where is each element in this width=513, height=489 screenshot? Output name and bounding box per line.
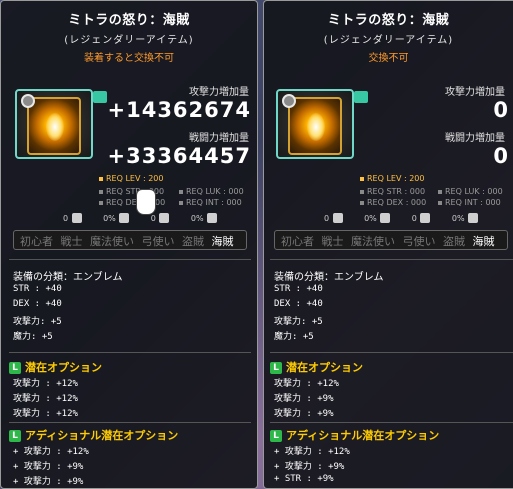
battle-power-value: +33364457 — [107, 144, 251, 168]
divider — [9, 422, 251, 423]
stat-str: STR : +40 — [274, 284, 323, 294]
potential-line-1: 攻撃力 : +12% — [274, 379, 339, 389]
divider — [270, 352, 513, 353]
attack-increase-value: +14362674 — [107, 98, 251, 122]
job-magician: 魔法使い — [90, 235, 134, 248]
trade-status: 装着すると交換不可 — [84, 53, 174, 64]
job-beginner: 初心者 — [20, 235, 53, 248]
job-beginner: 初心者 — [281, 235, 314, 248]
slot-icon — [119, 213, 130, 223]
potential-line-3: 攻撃力 : +12% — [13, 409, 78, 419]
item-title: ミトラの怒り：海賊 — [327, 13, 450, 28]
potential-header: L 潜在オプション — [270, 359, 363, 375]
additional-line-1: + 攻撃力 : +12% — [274, 447, 350, 457]
stat-attack: 攻撃力: +5 — [13, 317, 62, 327]
additional-potential-header: L アディショナル潜在オプション — [270, 427, 439, 443]
additional-line-3: + STR : +9% — [274, 474, 334, 484]
item-tooltip-equipped: ミトラの怒り：海賊 (レジェンダリーアイテム) 装着すると交換不可 攻撃力増加量… — [0, 0, 258, 489]
slot-icon — [380, 213, 391, 223]
potential-line-2: 攻撃力 : +9% — [274, 394, 334, 404]
item-icon-frame — [15, 89, 93, 159]
req-luk: REQ LUK : 000 — [179, 187, 244, 196]
additional-line-2: + 攻撃力 : +9% — [274, 462, 345, 472]
potential-line-2: 攻撃力 : +12% — [13, 394, 78, 404]
job-warrior: 戦士 — [60, 235, 83, 248]
legendary-badge — [93, 91, 107, 103]
stat-str: STR : +40 — [13, 284, 62, 294]
emblem-icon — [27, 97, 81, 155]
item-grade: (レジェンダリーアイテム) — [323, 35, 454, 46]
additional-potential-header: L アディショナル潜在オプション — [9, 427, 178, 443]
job-thief: 盗賊 — [182, 235, 204, 248]
legendary-potential-icon: L — [270, 430, 282, 442]
additional-line-1: + 攻撃力 : +12% — [13, 447, 89, 457]
emblem-icon — [288, 97, 342, 155]
req-int: REQ INT : 000 — [179, 198, 242, 207]
job-warrior: 戦士 — [321, 235, 344, 248]
potential-line-3: 攻撃力 : +9% — [274, 409, 334, 419]
req-int: REQ INT : 000 — [438, 198, 501, 207]
divider — [9, 259, 251, 260]
trade-status: 交換不可 — [368, 53, 409, 64]
req-luk: REQ LUK : 000 — [438, 187, 503, 196]
item-tooltip-compare: ミトラの怒り：海賊 (レジェンダリーアイテム) 交換不可 攻撃力増加量 0 戦闘… — [263, 0, 513, 489]
stat-magic: 魔力: +5 — [13, 332, 53, 342]
stat-attack: 攻撃力: +5 — [274, 317, 323, 327]
divider — [9, 352, 251, 353]
attack-increase-label: 攻撃力増加量 — [189, 87, 249, 98]
slot-row: 0 0% 0 0% — [324, 211, 479, 224]
slot-icon — [332, 213, 343, 223]
slot-icon — [468, 213, 479, 223]
item-title: ミトラの怒り：海賊 — [68, 13, 190, 28]
legendary-badge — [354, 91, 368, 103]
attack-increase-value: 0 — [493, 98, 509, 122]
job-pirate: 海賊 — [472, 235, 495, 248]
potential-line-1: 攻撃力 : +12% — [13, 379, 78, 389]
job-pirate: 海賊 — [211, 235, 234, 248]
hand-cursor-icon — [136, 189, 156, 215]
job-bowman: 弓使い — [402, 235, 436, 248]
legendary-potential-icon: L — [270, 362, 282, 374]
item-icon-frame — [276, 89, 354, 159]
job-bowman: 弓使い — [141, 235, 175, 248]
item-grade: (レジェンダリーアイテム) — [64, 35, 194, 46]
legendary-potential-icon: L — [9, 430, 21, 442]
job-bar: 初心者 戦士 魔法使い 弓使い 盗賊 海賊 — [13, 230, 247, 250]
stat-dex: DEX : +40 — [274, 299, 323, 309]
divider — [270, 259, 513, 260]
req-level: REQ LEV : 200 — [360, 174, 425, 183]
job-magician: 魔法使い — [351, 235, 395, 248]
legendary-potential-icon: L — [9, 362, 21, 374]
attack-increase-label: 攻撃力増加量 — [445, 87, 505, 98]
slot-icon — [420, 213, 431, 223]
additional-line-2: + 攻撃力 : +9% — [13, 462, 84, 472]
req-dex: REQ DEX : 000 — [360, 198, 426, 207]
swirl-icon — [21, 94, 35, 108]
battle-power-value: 0 — [493, 144, 509, 168]
equip-category: 装備の分類：エンブレム — [13, 272, 123, 283]
equip-category: 装備の分類：エンブレム — [274, 272, 384, 283]
req-level: REQ LEV : 200 — [99, 174, 164, 183]
battle-power-label: 戦闘力増加量 — [189, 133, 249, 144]
additional-line-3: + 攻撃力 : +9% — [13, 477, 84, 487]
req-str: REQ STR : 000 — [360, 187, 425, 196]
job-bar: 初心者 戦士 魔法使い 弓使い 盗賊 海賊 — [274, 230, 508, 250]
battle-power-label: 戦闘力増加量 — [445, 133, 505, 144]
swirl-icon — [282, 94, 296, 108]
divider — [270, 422, 513, 423]
stat-magic: 魔力: +5 — [274, 332, 314, 342]
potential-header: L 潜在オプション — [9, 359, 102, 375]
stat-dex: DEX : +40 — [13, 299, 62, 309]
slot-icon — [159, 213, 170, 223]
job-thief: 盗賊 — [443, 235, 465, 248]
slot-icon — [71, 213, 82, 223]
slot-icon — [207, 213, 218, 223]
